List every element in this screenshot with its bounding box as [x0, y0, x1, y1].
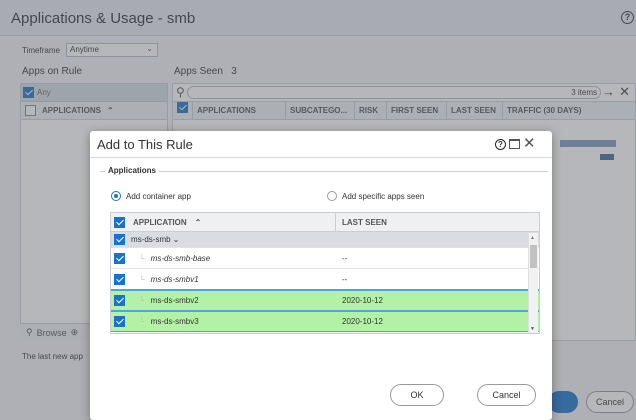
cancel-button[interactable]: Cancel: [477, 384, 536, 406]
col-application-label: APPLICATION: [133, 217, 187, 227]
close-icon[interactable]: ✕: [523, 134, 536, 152]
row-last-seen: --: [342, 253, 348, 263]
row-last-seen: --: [342, 274, 348, 284]
row-name: ms-ds-smbv1: [150, 274, 199, 284]
ok-button[interactable]: OK: [390, 384, 444, 406]
grid-scrollbar[interactable]: ▲ ▼: [528, 233, 538, 333]
scroll-thumb[interactable]: [530, 245, 537, 268]
radio-add-container-app[interactable]: Add container app: [111, 191, 191, 201]
table-row[interactable]: └ ms-ds-smbv2 2020-10-12: [111, 290, 539, 311]
row-name: ms-ds-smb: [131, 235, 171, 244]
sort-up-icon: ⌃: [194, 217, 202, 227]
row-checkbox[interactable]: [114, 252, 125, 264]
dialog-title: Add to This Rule: [97, 137, 193, 152]
application-grid: APPLICATION ⌃ LAST SEEN ms-ds-smb ⌄ └ ms…: [110, 212, 540, 334]
row-checkbox[interactable]: [114, 273, 125, 285]
maximize-icon[interactable]: [509, 139, 520, 149]
radio-add-specific-apps[interactable]: Add specific apps seen: [327, 191, 424, 201]
chevron-down-icon[interactable]: ⌄: [173, 235, 180, 244]
row-last-seen: 2020-10-12: [342, 296, 383, 305]
table-row[interactable]: └ ms-ds-smb-base --: [111, 248, 539, 269]
row-checkbox[interactable]: [114, 295, 125, 306]
table-row[interactable]: └ ms-ds-smbv1 --: [111, 269, 539, 290]
tree-branch-icon: └: [139, 296, 145, 305]
row-name: ms-ds-smbv3: [150, 317, 199, 326]
radio-selected-icon: [111, 191, 121, 201]
add-to-rule-dialog: Add to This Rule ? ✕ Applications Add co…: [90, 131, 552, 420]
table-row-group[interactable]: ms-ds-smb ⌄: [111, 232, 539, 248]
scroll-down-icon[interactable]: ▼: [530, 326, 535, 332]
tree-branch-icon: └: [139, 253, 145, 263]
row-checkbox[interactable]: [114, 316, 125, 327]
radio-container-label: Add container app: [126, 191, 191, 201]
col-last-seen[interactable]: LAST SEEN: [336, 218, 526, 227]
table-row[interactable]: └ ms-ds-smbv3 2020-10-12: [111, 311, 539, 332]
select-all-checkbox[interactable]: [114, 216, 125, 228]
row-name: ms-ds-smbv2: [150, 296, 199, 305]
radio-unselected-icon: [327, 191, 337, 201]
col-application[interactable]: APPLICATION ⌃: [111, 213, 336, 232]
applications-legend: Applications: [105, 166, 160, 175]
radio-specific-label: Add specific apps seen: [342, 191, 425, 201]
row-name: ms-ds-smb-base: [150, 253, 211, 263]
tree-branch-icon: └: [139, 274, 145, 284]
grid-header: APPLICATION ⌃ LAST SEEN: [111, 213, 539, 232]
scroll-up-icon[interactable]: ▲: [530, 235, 535, 241]
row-checkbox[interactable]: [114, 234, 125, 245]
tree-branch-icon: └: [139, 317, 145, 326]
row-last-seen: 2020-10-12: [342, 317, 383, 326]
dialog-header: Add to This Rule ? ✕: [90, 131, 552, 158]
help-icon[interactable]: ?: [495, 139, 506, 150]
